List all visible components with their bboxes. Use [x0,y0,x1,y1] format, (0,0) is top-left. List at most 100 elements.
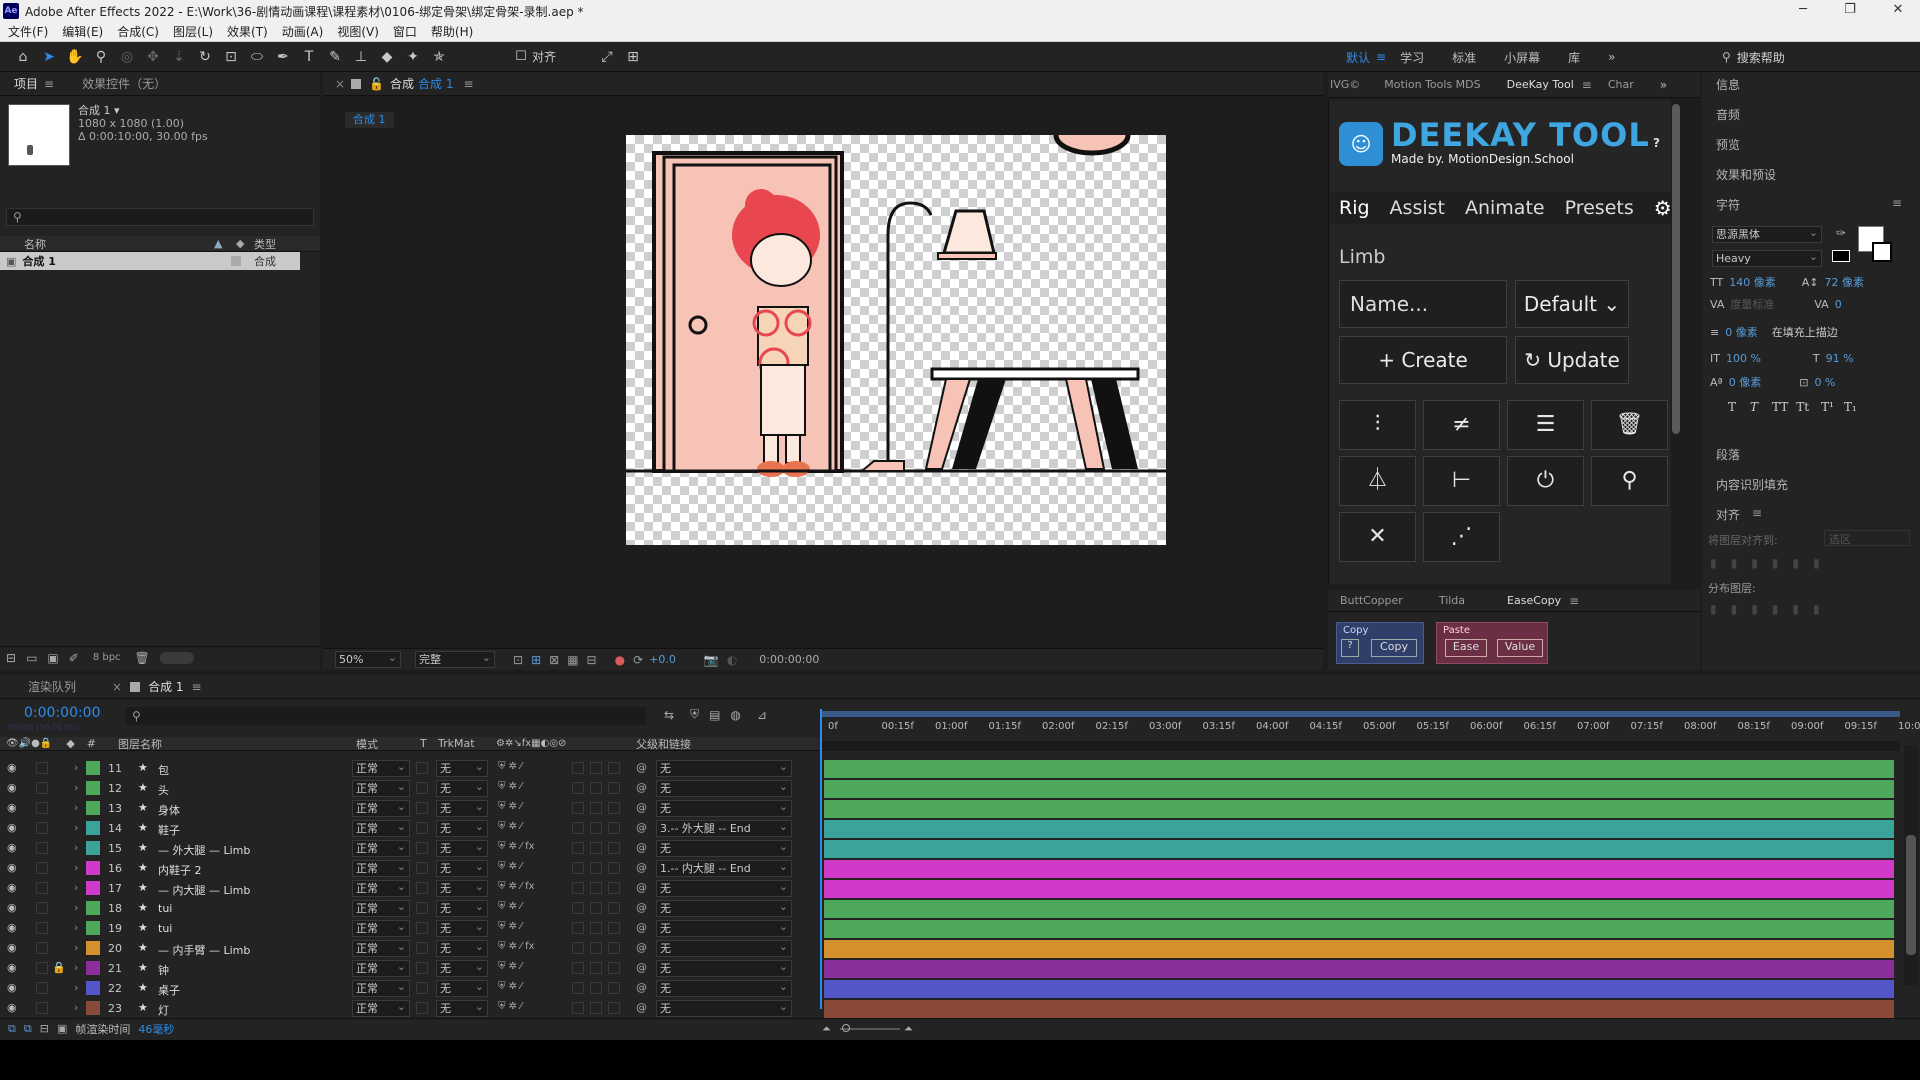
track-matte-select[interactable]: 无 [436,899,488,917]
track-matte-select[interactable]: 无 [436,839,488,857]
small-caps-button[interactable]: Tt [1796,400,1809,414]
adjustment-switch[interactable] [590,842,602,854]
parent-select[interactable]: 3.-- 外大腿 -- End [656,819,792,837]
layer-duration-bar[interactable] [824,960,1894,978]
layer-row[interactable]: ◉ › 22 ★ 桌子 正常 无 ⛨ ✲ ⁄ @ 无 [0,979,820,999]
parent-select[interactable]: 无 [656,919,792,937]
expand-chevron-icon[interactable]: › [74,961,78,974]
axis-plus-icon[interactable]: ⊢ [1423,456,1500,506]
solo-switch[interactable] [36,802,48,814]
create-button[interactable]: + Create [1339,336,1507,384]
layer-duration-bar[interactable] [824,1000,1894,1018]
preserve-transparency-switch[interactable] [416,982,428,994]
shy-layers-icon[interactable]: ▤ [709,708,720,722]
track-matte-select[interactable]: 无 [436,979,488,997]
power-icon[interactable]: ⏻ [1507,456,1584,506]
tab-buttcopper[interactable]: ButtCopper [1340,594,1403,607]
expand-chevron-icon[interactable]: › [74,901,78,914]
motion-blur-switch[interactable] [572,802,584,814]
layer-search-input[interactable]: ⚲ [126,707,646,725]
parent-select[interactable]: 无 [656,799,792,817]
swap-colors-icon[interactable] [1832,250,1850,262]
minimize-icon[interactable]: ─ [1783,0,1823,22]
graph-editor-icon[interactable]: ⊿ [757,708,767,722]
baseline-value[interactable]: 0 像素 [1729,374,1762,390]
workspace-default[interactable]: 默认 [1346,49,1370,66]
layer-label-color[interactable] [86,921,100,935]
blend-mode-select[interactable]: 正常 [352,959,410,977]
clone-stamp-icon[interactable]: ⊥ [350,46,372,68]
paste-value-button[interactable]: Value [1497,639,1543,657]
motion-blur-switch[interactable] [572,1002,584,1014]
type-tool-icon[interactable]: T [298,46,320,68]
tab-render-queue[interactable]: 渲染队列 [28,678,76,695]
easecopy-help-button[interactable]: ? [1341,639,1359,657]
bpc-label[interactable]: 8 bpc [93,652,121,663]
layer-switches-icons[interactable]: ⛨ ✲ ⁄ [498,961,522,972]
pick-whip-icon[interactable]: @ [636,861,647,874]
motion-blur-switch[interactable] [572,762,584,774]
view-options-icon[interactable]: ⊟ [587,653,597,667]
snap-icon[interactable]: ⤢ [596,46,618,68]
3d-switch[interactable] [608,862,620,874]
expand-chevron-icon[interactable]: › [74,801,78,814]
new-comp-icon[interactable]: ▣ [47,651,58,665]
layer-switches-icons[interactable]: ⛨ ✲ ⁄ [498,781,522,792]
layer-label-color[interactable] [86,821,100,835]
tab-ivg[interactable]: IVG© [1330,78,1360,91]
render-time-icon[interactable]: ▣ [57,1022,67,1035]
time-ruler[interactable]: 0f 00:15f 01:00f 01:15f 02:00f 02:15f 03:00f 03… [820,709,1920,751]
font-family-select[interactable]: 思源黑体 [1712,225,1822,243]
3d-switch[interactable] [608,802,620,814]
parent-select[interactable]: 无 [656,839,792,857]
copy-button[interactable]: Copy [1371,639,1417,657]
timeline-menu-icon[interactable]: ≡ [192,680,202,694]
layer-row[interactable]: ◉ › 13 ★ 身体 正常 无 ⛨ ✲ ⁄ @ 无 [0,799,820,819]
layer-duration-bar[interactable] [824,860,1894,878]
expand-chevron-icon[interactable]: › [74,821,78,834]
align-buttons[interactable]: ▮▮▮▮▮▮ [1710,556,1910,572]
label-col-icon[interactable]: ◆ [236,237,244,250]
horizontal-scale-value[interactable]: 91 % [1826,352,1854,365]
snapshot-icon[interactable]: 📷 [704,653,719,667]
anchor-tool-icon[interactable]: ⊡ [220,46,242,68]
orbit-tool-icon[interactable]: ◎ [116,46,138,68]
tab-timeline-comp[interactable]: 合成 1 [148,678,183,695]
layer-row[interactable]: ◉ 🔒 › 21 ★ 钟 正常 无 ⛨ ✲ ⁄ @ 无 [0,959,820,979]
3d-switch[interactable] [608,922,620,934]
settings-gear-icon[interactable]: ⚙ [1654,196,1672,220]
zoom-select[interactable]: 50% [335,650,401,668]
panel-align[interactable]: 对齐 [1716,506,1740,523]
layer-name[interactable]: 钟 [158,962,169,978]
tab-char[interactable]: Char [1608,78,1634,91]
layer-row[interactable]: ◉ › 23 ★ 灯 正常 无 ⛨ ✲ ⁄ @ 无 [0,999,820,1019]
show-snapshot-icon[interactable]: ◐ [727,653,737,667]
solo-switch[interactable] [36,962,48,974]
motion-blur-switch[interactable] [572,782,584,794]
trash-icon[interactable]: 🗑 [1591,400,1668,450]
resolution-select[interactable]: 完整 [415,650,495,668]
nav-assist[interactable]: Assist [1390,197,1445,219]
align-checkbox[interactable]: ☐ [514,46,528,68]
close-tab-icon[interactable]: × [335,77,345,91]
parent-select[interactable]: 1.-- 内大腿 -- End [656,859,792,877]
nav-presets[interactable]: Presets [1565,197,1634,219]
motion-blur-switch[interactable] [572,902,584,914]
visibility-eye-icon[interactable]: ◉ [7,981,17,994]
preserve-transparency-switch[interactable] [416,902,428,914]
distribute-buttons[interactable]: ▮▮▮▮▮▮ [1710,602,1910,618]
solo-switch[interactable] [36,882,48,894]
layer-switches-icons[interactable]: ⛨ ✲ ⁄ fx [498,881,535,892]
expand-chevron-icon[interactable]: › [74,781,78,794]
layer-label-color[interactable] [86,901,100,915]
parent-select[interactable]: 无 [656,979,792,997]
adjustment-switch[interactable] [590,982,602,994]
layer-row[interactable]: ◉ › 18 ★ tui 正常 无 ⛨ ✲ ⁄ @ 无 [0,899,820,919]
menu-window[interactable]: 窗口 [393,23,417,40]
preserve-transparency-switch[interactable] [416,862,428,874]
stroke-color-swatch[interactable] [1872,242,1892,262]
menu-view[interactable]: 视图(V) [337,23,379,40]
menu-effect[interactable]: 效果(T) [227,23,268,40]
blend-mode-select[interactable]: 正常 [352,759,410,777]
solo-switch[interactable] [36,862,48,874]
